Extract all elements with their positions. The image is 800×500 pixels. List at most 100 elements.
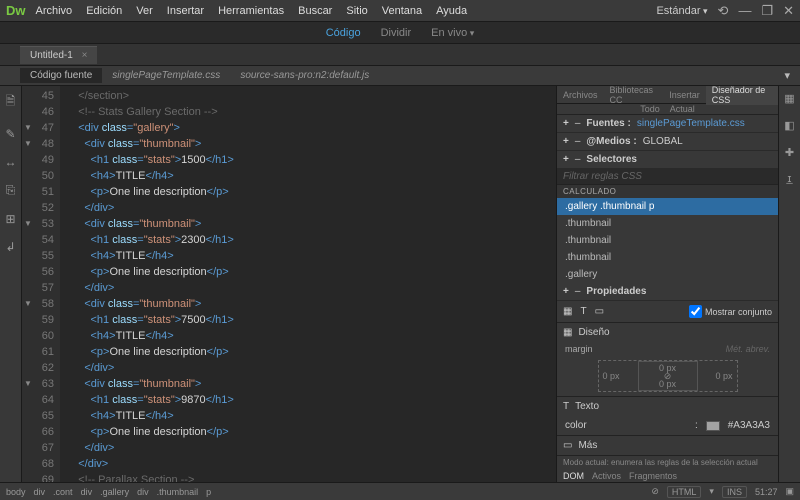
minus-icon[interactable]: – — [575, 136, 581, 147]
split-view-button[interactable]: Dividir — [381, 27, 412, 39]
media-row[interactable]: + – @Medios : GLOBAL — [557, 133, 778, 151]
filter-selectors-input[interactable]: Filtrar reglas CSS — [557, 169, 778, 185]
panel-tab[interactable]: Diseñador de CSS — [706, 85, 778, 105]
selectors-header[interactable]: + – Selectores — [557, 151, 778, 169]
app-logo: Dw — [6, 3, 26, 18]
view-switcher: Código Dividir En vivo — [0, 22, 800, 44]
filter-icon[interactable]: ▾ — [784, 69, 790, 82]
border-category-icon[interactable]: ▭ — [595, 306, 604, 317]
panel-icon[interactable]: ɪ̲ — [788, 173, 792, 185]
margin-top-value[interactable]: 0 px — [659, 363, 676, 373]
mode-hint: Modo actual: enumera las reglas de la se… — [557, 455, 778, 469]
box-model-widget[interactable]: 0 px 0 px 0 px 0 px ⊘ — [598, 360, 738, 392]
breadcrumb-item[interactable]: .gallery — [100, 487, 129, 497]
code-view-button[interactable]: Código — [326, 27, 361, 39]
selector-item[interactable]: .gallery — [557, 266, 778, 283]
breadcrumb-item[interactable]: body — [6, 487, 26, 497]
more-icon: ▭ — [563, 440, 572, 451]
menu-insertar[interactable]: Insertar — [167, 5, 204, 17]
sync-icon[interactable]: ⟲ — [718, 3, 729, 19]
wrap-icon[interactable]: ↲ — [5, 240, 15, 254]
margin-right-value[interactable]: 0 px — [715, 371, 732, 381]
manage-icon[interactable]: ✎ — [5, 127, 15, 141]
insert-mode[interactable]: INS — [722, 486, 747, 498]
expand-icon[interactable]: ↔ — [5, 155, 17, 169]
panel-icon[interactable]: ✚ — [785, 146, 794, 159]
panel-icon[interactable]: ▦ — [784, 92, 794, 105]
language-indicator[interactable]: HTML — [667, 486, 702, 498]
related-file-tab[interactable]: singlePageTemplate.css — [102, 68, 230, 83]
code-editor[interactable]: 454647▼48▼4950515253▼5455565758▼59606162… — [22, 86, 556, 482]
overflow-icon[interactable]: ▣ — [785, 486, 794, 497]
subtab-all[interactable]: Todo — [640, 104, 660, 114]
code-content[interactable]: </section> <!-- Stats Gallery Section --… — [60, 86, 556, 482]
subtab-current[interactable]: Actual — [670, 104, 695, 114]
plus-icon[interactable]: + — [563, 118, 569, 129]
workspace-dropdown[interactable]: Estándar — [656, 5, 707, 17]
color-value[interactable]: #A3A3A3 — [728, 420, 770, 431]
color-swatch[interactable] — [706, 421, 720, 431]
breadcrumb-item[interactable]: div — [137, 487, 149, 497]
cursor-position: 51:27 — [755, 487, 778, 497]
selector-item[interactable]: .thumbnail — [557, 249, 778, 266]
selector-item[interactable]: .thumbnail — [557, 232, 778, 249]
layout-category-icon[interactable]: ▦ — [563, 306, 572, 317]
comment-icon[interactable]: ⊞ — [5, 212, 15, 226]
tab-close-icon[interactable]: × — [82, 50, 88, 61]
menu-buscar[interactable]: Buscar — [298, 5, 332, 17]
document-tab-label: Untitled-1 — [30, 50, 73, 61]
assets-tab[interactable]: Activos — [592, 471, 621, 481]
margin-placeholder[interactable]: Mét. abrev. — [726, 344, 770, 354]
panel-tab[interactable]: Insertar — [663, 90, 706, 100]
error-icon[interactable]: ⊘ — [651, 486, 659, 497]
css-designer-panel: ArchivosBibliotecas CCInsertarDiseñador … — [556, 86, 778, 482]
menu-edición[interactable]: Edición — [86, 5, 122, 17]
panel-tab[interactable]: Archivos — [557, 90, 604, 100]
sources-row[interactable]: + – Fuentes : singlePageTemplate.css — [557, 115, 778, 133]
panel-tab[interactable]: Bibliotecas CC — [604, 85, 664, 105]
computed-section: CALCULADO — [557, 185, 778, 198]
breadcrumb-item[interactable]: .cont — [53, 487, 73, 497]
related-file-tab[interactable]: source-sans-pro:n2:default.js — [230, 68, 379, 83]
breadcrumb-item[interactable]: p — [206, 487, 211, 497]
menubar: Dw Archivo Edición Ver Insertar Herramientas… — [0, 0, 800, 22]
line-gutter: 454647▼48▼4950515253▼5455565758▼59606162… — [22, 86, 60, 482]
panel-tabs: ArchivosBibliotecas CCInsertarDiseñador … — [557, 86, 778, 104]
menu-ventana[interactable]: Ventana — [382, 5, 422, 17]
main-menu: Archivo Edición Ver Insertar Herramientas Bus… — [36, 5, 657, 17]
selector-item[interactable]: .gallery .thumbnail p — [557, 198, 778, 215]
menu-sitio[interactable]: Sitio — [346, 5, 367, 17]
margin-bottom-value[interactable]: 0 px — [659, 379, 676, 389]
source-code-tab[interactable]: Código fuente — [20, 68, 102, 83]
minimize-icon[interactable]: — — [738, 3, 751, 18]
breadcrumb-item[interactable]: .thumbnail — [157, 487, 199, 497]
minus-icon[interactable]: – — [575, 286, 581, 297]
panel-icon[interactable]: ◧ — [784, 119, 794, 132]
menu-herramientas[interactable]: Herramientas — [218, 5, 284, 17]
plus-icon[interactable]: + — [563, 154, 569, 165]
plus-icon[interactable]: + — [563, 286, 569, 297]
properties-header[interactable]: + – Propiedades — [557, 283, 778, 301]
minus-icon[interactable]: – — [575, 118, 581, 129]
dom-tab[interactable]: DOM — [563, 471, 584, 481]
minus-icon[interactable]: – — [575, 154, 581, 165]
menu-archivo[interactable]: Archivo — [36, 5, 73, 17]
menu-ver[interactable]: Ver — [136, 5, 153, 17]
dom-icon[interactable]: ⎘ — [6, 183, 16, 198]
restore-icon[interactable]: ❐ — [761, 3, 773, 19]
breadcrumb-item[interactable]: div — [34, 487, 46, 497]
text-category-icon[interactable]: T — [580, 306, 586, 317]
snippets-tab[interactable]: Fragmentos — [629, 471, 677, 481]
chevron-down-icon[interactable]: ▾ — [709, 486, 714, 497]
file-icon[interactable]: 🗎 — [6, 92, 16, 113]
live-view-button[interactable]: En vivo — [431, 27, 474, 39]
selector-item[interactable]: .thumbnail — [557, 215, 778, 232]
margin-left-value[interactable]: 0 px — [603, 371, 620, 381]
show-set-checkbox[interactable]: Mostrar conjunto — [689, 305, 772, 318]
text-icon: T — [563, 401, 569, 412]
close-icon[interactable]: ✕ — [783, 3, 794, 19]
plus-icon[interactable]: + — [563, 136, 569, 147]
document-tab[interactable]: Untitled-1 × — [20, 46, 97, 64]
menu-ayuda[interactable]: Ayuda — [436, 5, 467, 17]
breadcrumb-item[interactable]: div — [81, 487, 93, 497]
